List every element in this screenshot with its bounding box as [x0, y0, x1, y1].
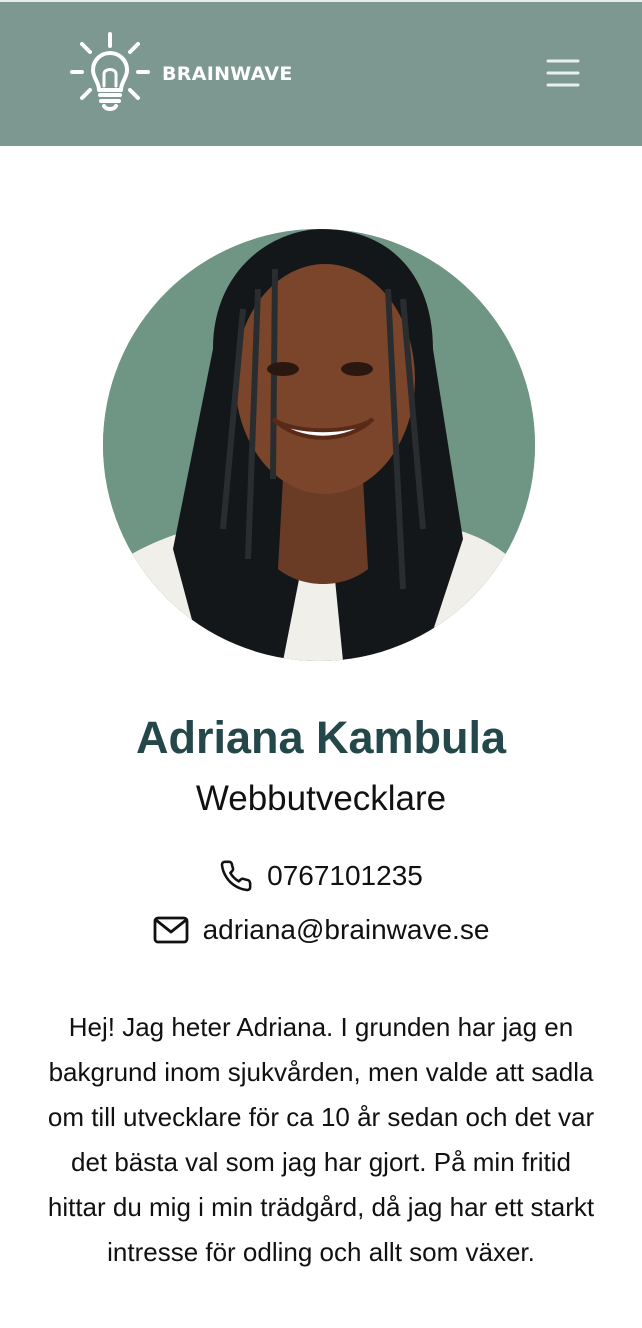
email-row: adriana@brainwave.se	[0, 908, 642, 952]
profile-photo	[103, 229, 535, 661]
hamburger-menu-icon	[545, 58, 581, 93]
lightbulb-icon	[68, 30, 152, 114]
profile-role: Webbutvecklare	[195, 779, 447, 818]
bio-text: Hej! Jag heter Adriana. I grunden har ja…	[47, 1012, 595, 1267]
phone-row: 0767101235	[0, 854, 642, 898]
phone-link[interactable]: 0767101235	[267, 854, 423, 898]
envelope-icon	[153, 916, 189, 944]
menu-button[interactable]	[543, 59, 583, 91]
site-header: BRAINWAVE	[0, 0, 642, 146]
profile-name: Adriana Kambula	[135, 712, 507, 763]
email-link[interactable]: adriana@brainwave.se	[203, 908, 490, 952]
brand-name: BRAINWAVE	[162, 63, 293, 85]
brand-logo-link[interactable]: BRAINWAVE	[68, 30, 293, 114]
phone-icon	[219, 859, 253, 893]
